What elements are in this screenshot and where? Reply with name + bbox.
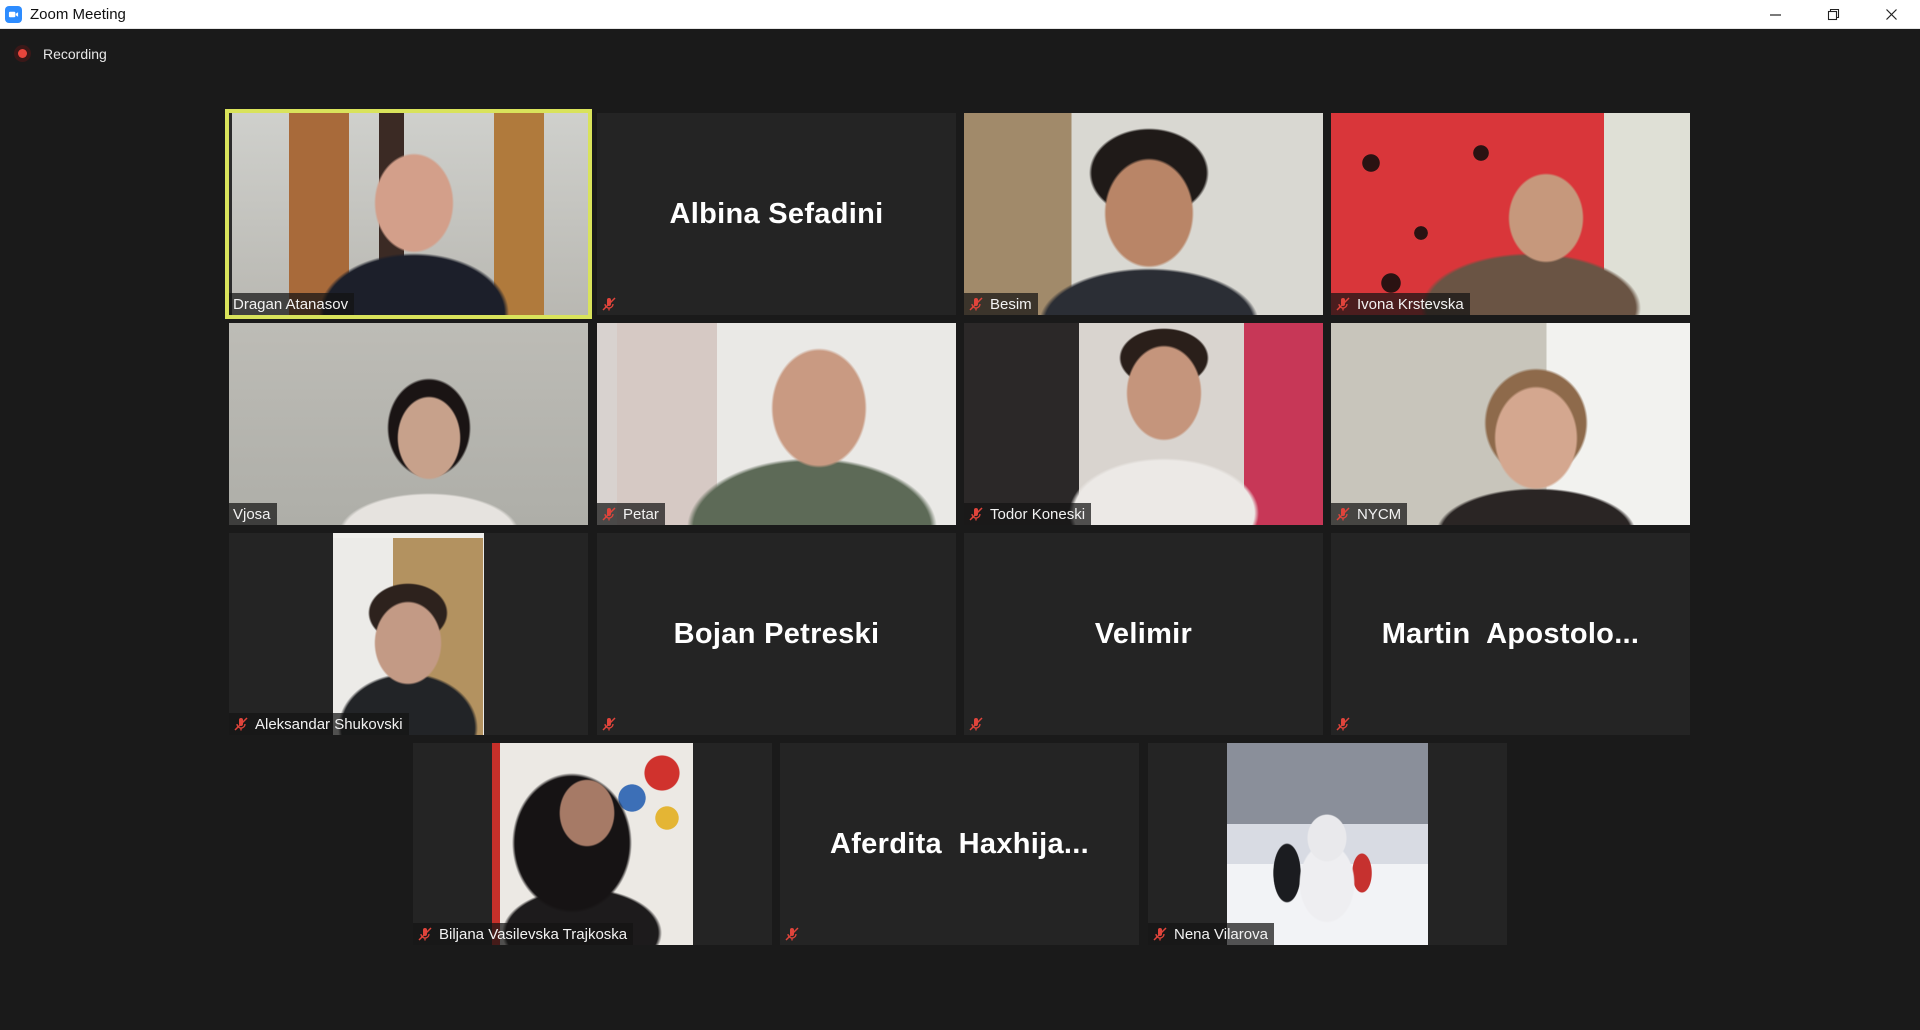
participant-tile[interactable]: Aferdita Haxhija...	[780, 743, 1139, 945]
muted-mic-icon	[1153, 927, 1167, 941]
minimize-button[interactable]	[1746, 0, 1804, 29]
recording-dot-icon	[14, 45, 31, 62]
video-feed	[964, 113, 1323, 315]
restore-button[interactable]	[1804, 0, 1862, 29]
close-icon	[1885, 8, 1897, 20]
muted-mic-icon	[969, 507, 983, 521]
participant-tile[interactable]: Petar	[597, 323, 956, 525]
participant-tile[interactable]: Velimir	[964, 533, 1323, 735]
participant-name: Ivona Krstevska	[1357, 295, 1464, 313]
recording-indicator[interactable]: Recording	[14, 45, 107, 62]
participant-name-label: Biljana Vasilevska Trajkoska	[413, 923, 634, 945]
title-bar: Zoom Meeting	[0, 0, 1920, 29]
participant-name: Petar	[623, 505, 659, 523]
video-feed	[1331, 113, 1690, 315]
participant-name-label: Vjosa	[229, 503, 277, 525]
participant-name: Aleksandar Shukovski	[255, 715, 403, 733]
participant-tile[interactable]: Albina Sefadini	[597, 113, 956, 315]
participant-name-label: Petar	[597, 503, 665, 525]
video-feed	[1227, 743, 1428, 945]
participant-name: Todor Koneski	[990, 505, 1086, 523]
participant-name-label: Ivona Krstevska	[1331, 293, 1470, 315]
participant-name: Besim	[990, 295, 1032, 313]
video-feed	[492, 743, 693, 945]
participant-name: Biljana Vasilevska Trajkoska	[439, 925, 628, 943]
video-feed	[964, 323, 1323, 525]
participant-name-label: Aleksandar Shukovski	[229, 713, 409, 735]
participant-name-label: Besim	[964, 293, 1038, 315]
participant-name-label: Dragan Atanasov	[229, 293, 355, 315]
participant-tile[interactable]: Martin Apostolo...	[1331, 533, 1690, 735]
video-feed	[1331, 323, 1690, 525]
video-feed	[333, 533, 484, 735]
muted-mic-icon	[602, 717, 616, 731]
muted-mic-icon	[1336, 297, 1350, 311]
video-feed	[229, 323, 588, 525]
participant-tile[interactable]: Biljana Vasilevska Trajkoska	[413, 743, 772, 945]
video-feed	[597, 323, 956, 525]
muted-mic-icon	[234, 717, 248, 731]
participant-display-name: Aferdita Haxhija...	[829, 827, 1089, 860]
muted-mic-icon	[1336, 507, 1350, 521]
participant-name: Vjosa	[233, 505, 271, 523]
participant-display-name: Martin Apostolo...	[1381, 617, 1640, 650]
participant-display-name: Bojan Petreski	[673, 617, 880, 650]
recording-label: Recording	[43, 45, 107, 62]
video-feed	[229, 113, 588, 315]
muted-mic-icon	[969, 297, 983, 311]
minimize-icon	[1769, 13, 1781, 16]
muted-mic-icon	[969, 717, 983, 731]
restore-icon	[1827, 8, 1839, 20]
participant-name: Nena Vilarova	[1174, 925, 1268, 943]
participant-tile[interactable]: Aleksandar Shukovski	[229, 533, 588, 735]
participant-name-label: NYCM	[1331, 503, 1408, 525]
muted-mic-icon	[418, 927, 432, 941]
participant-display-name: Albina Sefadini	[669, 197, 884, 230]
zoom-logo-icon	[5, 5, 22, 23]
participant-tile[interactable]: Dragan Atanasov	[225, 109, 592, 319]
meeting-stage: Recording Dragan Atanasov Albina Sefadin…	[0, 29, 1920, 1030]
participant-tile[interactable]: Besim	[964, 113, 1323, 315]
muted-mic-icon	[602, 507, 616, 521]
window-title: Zoom Meeting	[30, 5, 126, 23]
participant-name: Dragan Atanasov	[233, 295, 349, 313]
muted-mic-icon	[602, 297, 616, 311]
participant-name-label: Todor Koneski	[964, 503, 1092, 525]
participant-tile[interactable]: Todor Koneski	[964, 323, 1323, 525]
participant-tile[interactable]: Vjosa	[229, 323, 588, 525]
participant-tile[interactable]: Ivona Krstevska	[1331, 113, 1690, 315]
participant-tile[interactable]: NYCM	[1331, 323, 1690, 525]
close-button[interactable]	[1862, 0, 1920, 29]
participant-tile[interactable]: Bojan Petreski	[597, 533, 956, 735]
muted-mic-icon	[1336, 717, 1350, 731]
participant-name-label: Nena Vilarova	[1148, 923, 1274, 945]
muted-mic-icon	[785, 927, 799, 941]
participant-tile[interactable]: Nena Vilarova	[1148, 743, 1507, 945]
participant-name: NYCM	[1357, 505, 1402, 523]
participant-display-name: Velimir	[1094, 617, 1193, 650]
